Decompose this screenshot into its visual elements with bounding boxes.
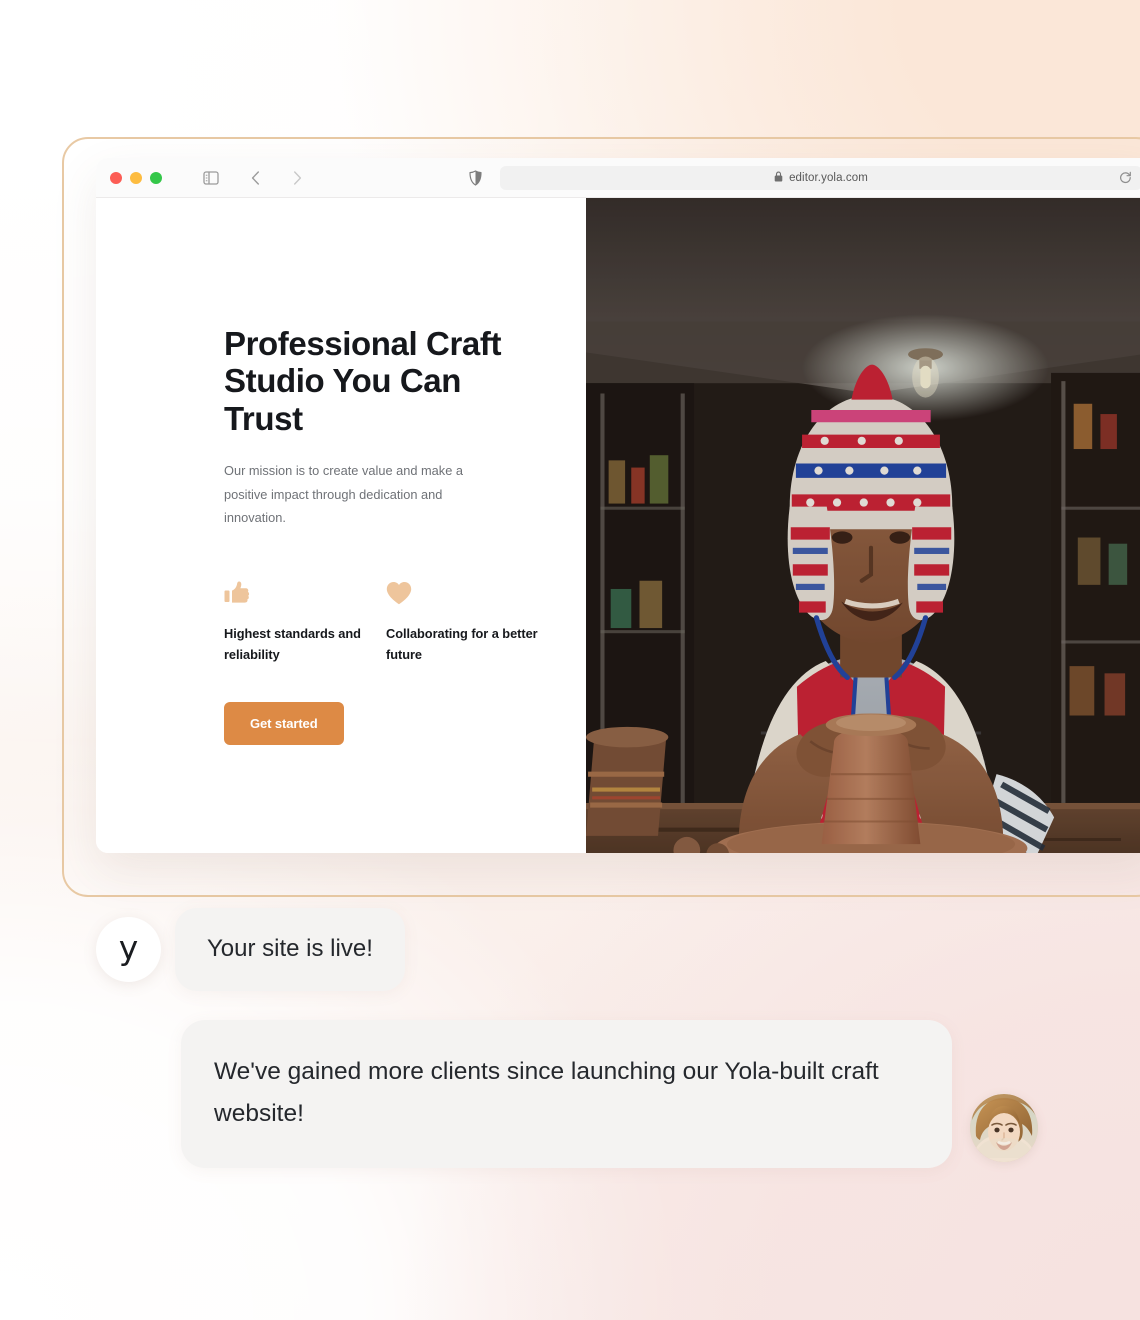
chevron-left-icon[interactable] xyxy=(241,165,269,191)
yola-logo-avatar: y xyxy=(96,916,161,982)
reload-icon[interactable] xyxy=(1119,171,1132,185)
privacy-shield-icon[interactable] xyxy=(469,169,482,186)
avatar xyxy=(970,1094,1038,1163)
chat-bubble: We've gained more clients since launchin… xyxy=(181,1020,952,1169)
close-window-button[interactable] xyxy=(110,171,122,184)
website-preview: Professional Craft Studio You Can Trust … xyxy=(96,198,1140,853)
browser-navigation-controls xyxy=(197,165,311,191)
feature-list: Highest standards and reliability Collab… xyxy=(224,575,586,666)
feature-item: Highest standards and reliability xyxy=(224,575,386,666)
browser-window: editor.yola.com Professional Craft Studi… xyxy=(96,158,1140,853)
artisan-pottery-photo xyxy=(586,198,1140,853)
hero-text-column: Professional Craft Studio You Can Trust … xyxy=(96,198,586,853)
browser-toolbar: editor.yola.com xyxy=(96,158,1140,198)
hero-subtitle: Our mission is to create value and make … xyxy=(224,462,463,526)
minimize-window-button[interactable] xyxy=(130,171,142,184)
get-started-button[interactable]: Get started xyxy=(224,701,344,745)
feature-label: Highest standards and reliability xyxy=(224,625,361,663)
heart-icon xyxy=(386,575,548,605)
chat-message-row-2: We've gained more clients since launchin… xyxy=(181,1020,1038,1169)
zoom-window-button[interactable] xyxy=(150,171,162,184)
chat-message-row-1: y Your site is live! xyxy=(96,908,405,991)
chat-bubble: Your site is live! xyxy=(175,908,405,991)
feature-label: Collaborating for a better future xyxy=(386,625,538,663)
chat-message-text: We've gained more clients since launchin… xyxy=(214,1058,879,1128)
thumbs-up-icon xyxy=(224,575,386,605)
yola-logo-letter: y xyxy=(118,928,139,968)
chevron-right-icon[interactable] xyxy=(283,165,311,191)
customer-portrait xyxy=(970,1094,1038,1163)
lock-icon xyxy=(774,169,783,187)
address-bar-content: editor.yola.com xyxy=(774,169,868,187)
page-title: Professional Craft Studio You Can Trust xyxy=(224,325,502,437)
sidebar-toggle-icon[interactable] xyxy=(197,165,225,191)
window-traffic-lights xyxy=(110,171,162,184)
address-bar[interactable]: editor.yola.com xyxy=(500,165,1140,190)
address-bar-url: editor.yola.com xyxy=(789,171,868,184)
feature-item: Collaborating for a better future xyxy=(386,575,548,666)
chat-message-text: Your site is live! xyxy=(207,935,373,962)
hero-photo xyxy=(586,198,1140,853)
